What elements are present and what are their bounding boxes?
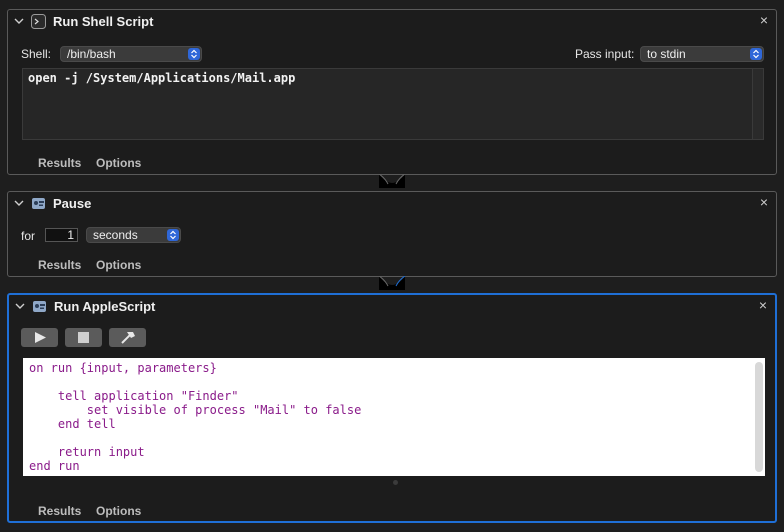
shell-popup-value: /bin/bash (67, 47, 116, 61)
updown-icon (188, 48, 200, 60)
action-connector (379, 276, 405, 290)
shell-label: Shell: (21, 47, 52, 61)
run-button[interactable] (21, 328, 58, 347)
options-tab[interactable]: Options (96, 504, 141, 518)
script-line: on run {input, parameters} (29, 361, 217, 375)
action-header[interactable]: Run AppleScript × (9, 295, 775, 319)
shell-script-editor[interactable]: open -j /System/Applications/Mail.app (22, 68, 764, 140)
pause-action[interactable]: Pause × for 1 seconds Results Options (7, 191, 777, 277)
automator-action-icon (32, 198, 45, 209)
action-title: Run AppleScript (54, 299, 156, 314)
close-icon[interactable]: × (760, 194, 768, 210)
options-tab[interactable]: Options (96, 156, 141, 170)
stop-icon (78, 332, 89, 343)
shell-popup[interactable]: /bin/bash (60, 46, 202, 62)
pass-input-value: to stdin (647, 47, 686, 61)
automator-action-icon (33, 301, 46, 312)
shell-script-code: open -j /System/Applications/Mail.app (28, 71, 296, 85)
updown-icon (750, 48, 762, 60)
terminal-icon (31, 14, 46, 29)
applescript-editor[interactable]: on run {input, parameters} tell applicat… (23, 358, 765, 476)
pass-input-label: Pass input: (575, 47, 635, 61)
results-tab[interactable]: Results (38, 156, 81, 170)
run-applescript-action[interactable]: Run AppleScript × on run {input, paramet… (7, 293, 777, 523)
pause-unit-popup[interactable]: seconds (86, 227, 181, 243)
play-icon (35, 332, 46, 343)
action-title: Pause (53, 196, 92, 211)
script-line: return input (29, 445, 145, 459)
script-line: tell application "Finder" (29, 389, 239, 403)
hammer-icon (121, 332, 135, 344)
results-tab[interactable]: Results (38, 504, 81, 518)
script-line: end run (29, 459, 80, 473)
scrollbar[interactable] (752, 69, 763, 139)
stop-button[interactable] (65, 328, 102, 347)
action-connector (379, 174, 405, 188)
options-tab[interactable]: Options (96, 258, 141, 272)
compile-button[interactable] (109, 328, 146, 347)
scrollbar[interactable] (755, 362, 763, 472)
chevron-down-icon[interactable] (14, 198, 24, 208)
updown-icon (167, 229, 179, 241)
script-line: end tell (29, 417, 116, 431)
chevron-down-icon[interactable] (15, 301, 25, 311)
pass-input-popup[interactable]: to stdin (640, 46, 764, 62)
run-shell-script-action[interactable]: Run Shell Script × Shell: /bin/bash Pass… (7, 9, 777, 175)
pause-amount-field[interactable]: 1 (45, 228, 78, 242)
action-header[interactable]: Pause × (8, 192, 776, 216)
close-icon[interactable]: × (759, 297, 767, 313)
action-header[interactable]: Run Shell Script × (8, 10, 776, 34)
close-icon[interactable]: × (760, 12, 768, 28)
action-title: Run Shell Script (53, 14, 154, 29)
script-line: set visible of process "Mail" to false (29, 403, 362, 417)
results-tab[interactable]: Results (38, 258, 81, 272)
for-label: for (21, 229, 36, 243)
resize-handle[interactable] (393, 480, 398, 485)
pause-unit-value: seconds (93, 228, 138, 242)
chevron-down-icon[interactable] (14, 16, 24, 26)
